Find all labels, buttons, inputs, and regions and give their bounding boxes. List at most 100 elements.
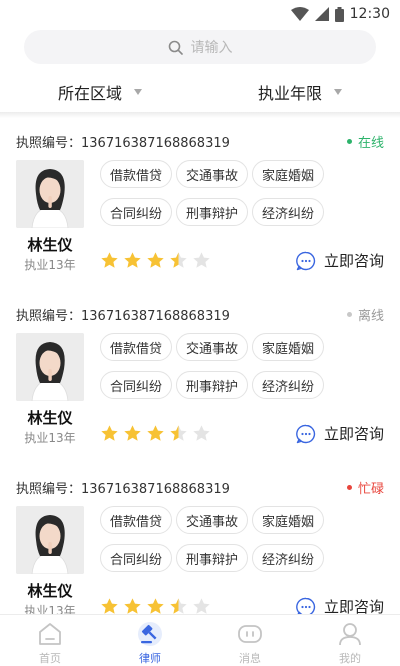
specialty-tag: 合同纠纷 — [100, 371, 173, 399]
caret-down-icon — [134, 89, 142, 95]
star-icon — [101, 425, 118, 441]
specialty-tag: 经济纠纷 — [252, 198, 325, 226]
star-icon — [124, 425, 141, 441]
status-badge: 忙碌 — [346, 478, 384, 497]
tab-label: 首页 — [39, 652, 61, 665]
consult-button[interactable]: 立即咨询 — [296, 423, 384, 444]
tab-label: 我的 — [339, 652, 361, 665]
search-placeholder: 请输入 — [190, 40, 233, 56]
card-header: 执照编号：136716387168868319 离线 — [16, 305, 384, 324]
specialty-tag: 刑事辩护 — [176, 198, 249, 226]
star-icon — [124, 252, 141, 268]
chat-bubble-icon — [296, 251, 316, 270]
license-number: 执照编号：136716387168868319 — [16, 308, 230, 324]
consult-button[interactable]: 立即咨询 — [296, 250, 384, 271]
tab-label: 律师 — [139, 652, 161, 665]
specialty-tag: 家庭婚姻 — [252, 333, 325, 361]
star-icon — [193, 598, 210, 614]
wifi-icon — [290, 7, 309, 21]
rating-stars — [100, 251, 211, 270]
specialty-tags: 借款借贷 交通事故 家庭婚姻 合同纠纷 刑事辩护 经济纠纷 — [100, 506, 390, 572]
star-icon — [193, 252, 210, 268]
filter-region-label: 所在区域 — [57, 84, 122, 103]
tab-lawyer[interactable]: 律师 — [100, 615, 200, 666]
status-badge: 离线 — [346, 305, 384, 324]
star-icon — [101, 598, 118, 614]
star-icon — [147, 425, 164, 441]
avatar[interactable] — [16, 160, 84, 228]
card-header: 执照编号：136716387168868319 在线 — [16, 132, 384, 151]
lawyer-card[interactable]: 执照编号：136716387168868319 在线 林生仪 执业13年 借款借… — [0, 118, 400, 291]
star-icon — [170, 425, 187, 441]
search-icon — [168, 40, 183, 55]
status-bar: 12:30 — [0, 0, 400, 28]
specialty-tag: 借款借贷 — [100, 506, 173, 534]
tab-label: 消息 — [239, 652, 261, 665]
star-icon — [170, 252, 187, 268]
star-icon — [124, 598, 141, 614]
consult-label: 立即咨询 — [323, 425, 384, 443]
filter-region[interactable]: 所在区域 — [0, 72, 200, 112]
status-time: 12:30 — [349, 6, 390, 22]
star-icon — [193, 425, 210, 441]
consult-button[interactable]: 立即咨询 — [296, 596, 384, 614]
tab-home[interactable]: 首页 — [0, 615, 100, 666]
specialty-tags: 借款借贷 交通事故 家庭婚姻 合同纠纷 刑事辩护 经济纠纷 — [100, 160, 390, 226]
star-icon — [147, 598, 164, 614]
battery-icon — [334, 6, 344, 22]
gavel-icon — [138, 622, 162, 646]
caret-down-icon — [334, 89, 342, 95]
license-number: 执照编号：136716387168868319 — [16, 135, 230, 151]
specialty-tag: 借款借贷 — [100, 160, 173, 188]
filter-years-label: 执业年限 — [257, 84, 322, 103]
specialty-tag: 交通事故 — [176, 333, 249, 361]
specialty-tag: 交通事故 — [176, 506, 249, 534]
signal-icon — [314, 7, 329, 21]
specialty-tag: 经济纠纷 — [252, 371, 325, 399]
specialty-tag: 刑事辩护 — [176, 544, 249, 572]
lawyer-list: 执照编号：136716387168868319 在线 林生仪 执业13年 借款借… — [0, 118, 400, 614]
card-header: 执照编号：136716387168868319 忙碌 — [16, 478, 384, 497]
lawyer-photo — [16, 333, 84, 401]
specialty-tag: 交通事故 — [176, 160, 249, 188]
practice-years: 执业13年 — [24, 258, 76, 272]
star-icon — [147, 252, 164, 268]
lawyer-name: 林生仪 — [27, 409, 73, 427]
tab-messages[interactable]: 消息 — [200, 615, 300, 666]
practice-years: 执业13年 — [24, 604, 76, 614]
filter-bar: 所在区域 执业年限 — [0, 72, 400, 112]
filter-practice-years[interactable]: 执业年限 — [200, 72, 400, 112]
lawyer-name: 林生仪 — [27, 582, 73, 600]
status-dot — [346, 138, 352, 144]
bottom-tab-bar: 首页 律师 消息 我的 — [0, 614, 400, 666]
status-badge: 在线 — [346, 132, 384, 151]
star-icon — [101, 252, 118, 268]
specialty-tags: 借款借贷 交通事故 家庭婚姻 合同纠纷 刑事辩护 经济纠纷 — [100, 333, 390, 399]
rating-stars — [100, 424, 211, 443]
lawyer-photo — [16, 160, 84, 228]
chat-bubble-icon — [296, 597, 316, 614]
message-icon — [238, 625, 262, 643]
chat-bubble-icon — [296, 424, 316, 443]
tab-mine[interactable]: 我的 — [300, 615, 400, 666]
lawyer-name: 林生仪 — [27, 236, 73, 254]
lawyer-card[interactable]: 执照编号：136716387168868319 离线 林生仪 执业13年 借款借… — [0, 291, 400, 464]
star-icon — [170, 598, 187, 614]
status-dot — [346, 311, 352, 317]
avatar[interactable] — [16, 333, 84, 401]
specialty-tag: 刑事辩护 — [176, 371, 249, 399]
specialty-tag: 借款借贷 — [100, 333, 173, 361]
specialty-tag: 家庭婚姻 — [252, 506, 325, 534]
lawyer-photo — [16, 506, 84, 574]
status-dot — [346, 484, 352, 490]
lawyer-card[interactable]: 执照编号：136716387168868319 忙碌 林生仪 执业13年 借款借… — [0, 464, 400, 614]
consult-label: 立即咨询 — [323, 598, 384, 614]
user-icon — [339, 623, 361, 646]
specialty-tag: 经济纠纷 — [252, 544, 325, 572]
home-icon — [39, 623, 61, 645]
search-input[interactable]: 请输入 — [24, 30, 376, 64]
status-icons: 12:30 — [290, 6, 390, 22]
specialty-tag: 家庭婚姻 — [252, 160, 325, 188]
avatar[interactable] — [16, 506, 84, 574]
practice-years: 执业13年 — [24, 431, 76, 445]
